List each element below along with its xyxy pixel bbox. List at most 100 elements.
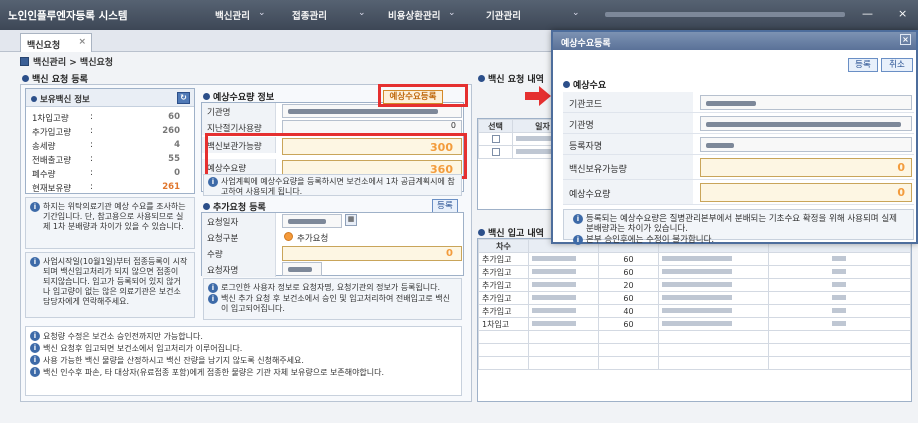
holding-note-2: i 사업시작일(10월1일)부터 접종등록이 시작되며 백신입고처리가 되지 않으… (25, 252, 195, 318)
cell-date (528, 252, 599, 266)
holding-note: i 하지는 위탁의료기관 예상 수요를 조사하는 기간입니다. 단, 참고용으로 … (25, 197, 195, 249)
bullet-icon (478, 229, 485, 236)
empty-row (478, 356, 911, 370)
storage-capacity-input[interactable]: 0 (700, 158, 912, 177)
label-storage-capacity: 백신보유가능량 (563, 155, 693, 179)
popup-row: 예상수요량 0 (563, 180, 914, 205)
last-season-field: 0 (282, 120, 462, 134)
popup-cancel-button[interactable]: 취소 (881, 58, 913, 72)
cell-type: 추가입고 (478, 304, 529, 318)
info-icon: i (30, 202, 40, 212)
cell-extra (768, 265, 911, 279)
app-titlebar: 노인인플루엔자등록 시스템 백신관리 ⌄ 접종관리 ⌄ 비용상환관리 ⌄ 기관관… (0, 0, 918, 30)
requester-field (282, 262, 322, 276)
cell-org (658, 252, 769, 266)
info-icon: i (208, 294, 218, 304)
user-info-blurred (605, 12, 845, 17)
row-checkbox[interactable] (491, 147, 500, 156)
label-request-date: 요청일자 (202, 213, 276, 229)
holding-panel: 보유백신 정보 ↻ 1차입고량:60 추가입고량:260 송세량:4 전배출고량… (25, 88, 195, 194)
request-date-field[interactable] (282, 214, 342, 228)
menu-vaccine-mgmt[interactable]: 백신관리 (215, 8, 250, 22)
menu-icon (20, 57, 29, 66)
popup-row: 백신보유가능량 0 (563, 155, 914, 180)
menu-vaccination-mgmt[interactable]: 접종관리 (292, 8, 327, 22)
row-checkbox[interactable] (491, 134, 500, 143)
table-row[interactable]: 추가입고 60 (478, 252, 911, 266)
radio-label: 추가요청 (297, 234, 329, 244)
col-round: 차수 (478, 239, 529, 253)
chevron-down-icon[interactable]: ⌄ (572, 8, 580, 18)
chevron-down-icon[interactable]: ⌄ (448, 8, 456, 18)
arrow-icon (525, 84, 551, 108)
cell-org (658, 317, 769, 331)
bullet-icon (203, 203, 210, 210)
table-row[interactable]: 1차입고 60 (478, 317, 911, 331)
calendar-icon[interactable]: ▦ (345, 214, 357, 226)
popup-row: 기관명 (563, 113, 914, 134)
label-demand: 예상수요량 (563, 180, 693, 204)
additional-panel: 요청일자 ▦ 요청구분 추가요청 수량 0 요청자명 (201, 212, 464, 277)
cell-extra (768, 278, 911, 292)
label-registrant: 등록자명 (563, 134, 693, 154)
cell-org (658, 278, 769, 292)
popup-row: 등록자명 (563, 134, 914, 155)
empty-row (478, 330, 911, 344)
info-icon: i (30, 331, 40, 341)
bullet-icon (203, 93, 210, 100)
table-row[interactable]: 추가입고 60 (478, 265, 911, 279)
close-icon[interactable]: × (900, 34, 911, 45)
org-code-field (700, 95, 912, 110)
bullet-icon (22, 75, 29, 82)
inbound-panel: 차수 추가입고 60 추가입고 60 추가입고 20 추가입고 60 추가입고 40 1차입고 60 (477, 238, 912, 402)
cell-date (528, 278, 599, 292)
table-row[interactable]: 추가입고 40 (478, 304, 911, 318)
registrant-field (700, 137, 912, 152)
app-title: 노인인플루엔자등록 시스템 (8, 10, 128, 22)
refresh-icon[interactable]: ↻ (177, 92, 190, 104)
close-window-button[interactable]: × (898, 7, 907, 20)
cell-extra (768, 304, 911, 318)
cell-qty: 60 (598, 317, 659, 331)
cell-qty: 60 (598, 265, 659, 279)
label-org-code: 기관코드 (563, 92, 693, 112)
cell-extra (768, 317, 911, 331)
info-icon: i (30, 355, 40, 365)
info-icon: i (573, 214, 583, 224)
table-row[interactable]: 추가입고 20 (478, 278, 911, 292)
cell-type: 추가입고 (478, 291, 529, 305)
forecast-note: i 사업계획에 예상수요량을 등록하시면 보건소에서 1차 공급계획시에 참고하여… (203, 174, 462, 196)
info-icon: i (208, 283, 218, 293)
chevron-down-icon[interactable]: ⌄ (358, 8, 366, 18)
empty-row (478, 343, 911, 357)
info-icon: i (30, 343, 40, 353)
info-icon: i (30, 367, 40, 377)
cell-extra (768, 291, 911, 305)
table-row[interactable]: 추가입고 60 (478, 291, 911, 305)
chevron-down-icon[interactable]: ⌄ (258, 8, 266, 18)
menu-org-mgmt[interactable]: 기관관리 (486, 8, 521, 22)
holding-row: 현재보유량:261 (32, 182, 180, 194)
forecast-popup: 예상수요등록 × 등록 취소 예상수요 기관코드 기관명 등록자명 백신보유가능… (551, 30, 918, 245)
info-icon: i (30, 257, 40, 267)
demand-input[interactable]: 0 (700, 183, 912, 202)
tab-vaccine-request[interactable]: 백신요청 × (20, 33, 92, 52)
menu-cost-mgmt[interactable]: 비용상환관리 (388, 8, 440, 22)
qty-field[interactable]: 0 (282, 246, 462, 261)
bottom-notes: i 요청량 수정은 보건소 승인전까지만 가능합니다. i 백신 요청후 입고되면 … (25, 326, 462, 396)
close-icon[interactable]: × (78, 37, 86, 47)
popup-register-button[interactable]: 등록 (848, 58, 878, 72)
popup-titlebar: 예상수요등록 × (553, 32, 916, 50)
additional-register-button[interactable]: 등록 (432, 199, 458, 213)
label-qty: 수량 (202, 245, 276, 261)
cell-type: 추가입고 (478, 252, 529, 266)
popup-section: 예상수요 (563, 78, 606, 91)
bullet-icon (563, 81, 570, 88)
highlight-box (378, 84, 468, 107)
cell-type: 추가입고 (478, 265, 529, 279)
radio-button[interactable] (284, 232, 293, 241)
label-requester: 요청자명 (202, 261, 276, 277)
cell-qty: 60 (598, 291, 659, 305)
cell-org (658, 304, 769, 318)
minimize-button[interactable]: — (862, 7, 873, 20)
